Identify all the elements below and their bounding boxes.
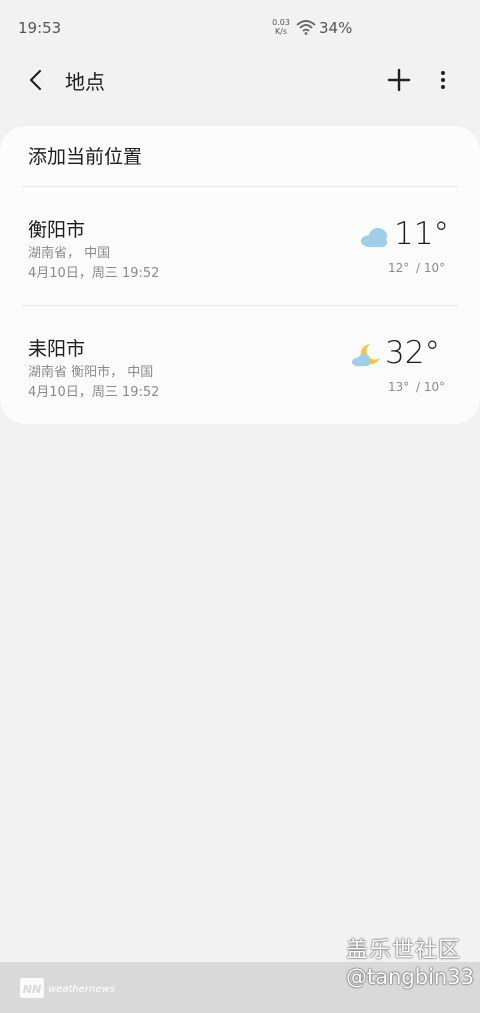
low-temperature: / 10° <box>416 380 446 394</box>
high-temperature: 12° <box>388 261 410 275</box>
more-options-button[interactable] <box>433 66 453 94</box>
high-temperature: 13° <box>388 380 410 394</box>
location-updated-time: 4月10日，周三 19:52 <box>28 266 160 281</box>
current-temperature: 11° <box>394 216 449 252</box>
network-speed: 0.03 K/s <box>272 18 290 36</box>
add-location-button[interactable] <box>385 66 413 94</box>
location-name: 衡阳市 <box>28 219 86 241</box>
network-speed-unit: K/s <box>274 27 288 36</box>
location-item-hengyang[interactable]: 衡阳市 湖南省， 中国 4月10日，周三 19:52 11° 12° / 10° <box>0 187 480 305</box>
battery-level: 34% <box>319 19 353 37</box>
provider-name: weathernews <box>48 984 115 995</box>
moon-cloud-icon <box>352 344 380 367</box>
watermark-user: @tangbin33 <box>346 965 474 989</box>
location-item-leiyang[interactable]: 耒阳市 湖南省 衡阳市， 中国 4月10日，周三 19:52 32° 13° /… <box>0 306 480 424</box>
page-title: 地点 <box>65 70 105 94</box>
back-button[interactable] <box>22 66 50 94</box>
add-current-location-button[interactable]: 添加当前位置 <box>28 142 142 170</box>
low-temperature: / 10° <box>416 261 446 275</box>
location-region: 湖南省 衡阳市， 中国 <box>28 365 154 380</box>
location-region: 湖南省， 中国 <box>28 246 111 261</box>
wifi-icon <box>296 20 316 35</box>
location-name: 耒阳市 <box>28 338 86 360</box>
weathernews-logo-text: NN <box>23 983 41 996</box>
location-updated-time: 4月10日，周三 19:52 <box>28 385 160 400</box>
current-temperature: 32° <box>385 335 440 371</box>
cloud-icon <box>361 228 387 247</box>
watermark-title: 盖乐世社区 <box>346 938 462 963</box>
plus-icon <box>387 68 411 92</box>
more-vertical-icon <box>441 71 445 89</box>
locations-card: 添加当前位置 衡阳市 湖南省， 中国 4月10日，周三 19:52 11° 12… <box>0 126 480 424</box>
weathernews-logo-icon: NN <box>20 978 44 998</box>
status-bar: 19:53 0.03 K/s 34% <box>0 0 480 56</box>
status-time: 19:53 <box>18 19 62 37</box>
network-speed-value: 0.03 <box>272 18 290 27</box>
app-bar: 地点 <box>0 56 480 104</box>
back-arrow-icon <box>29 69 42 91</box>
